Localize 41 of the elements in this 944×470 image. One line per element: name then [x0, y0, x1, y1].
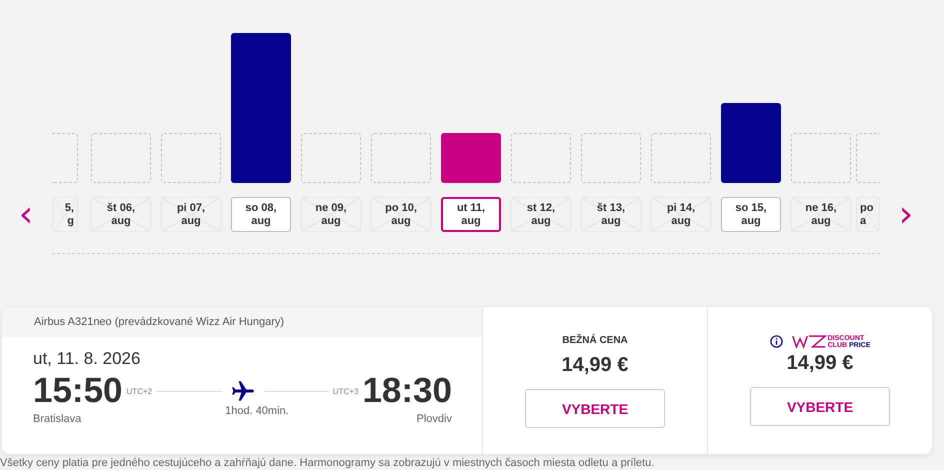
aircraft-info: Airbus A321neo (prevádzkované Wizz Air Hungary): [34, 316, 284, 328]
date-tab[interactable]: st 12, aug: [511, 197, 571, 232]
date-tab[interactable]: št 06, aug: [91, 197, 151, 232]
timezone-label: UTC+2: [126, 386, 152, 396]
date-tab[interactable]: ut 11, aug: [441, 197, 501, 232]
flight-date: ut, 11. 8. 2026: [33, 349, 142, 369]
timezone-label: UTC+3: [332, 386, 358, 396]
select-button[interactable]: VYBERTE: [525, 389, 665, 428]
date-tab[interactable]: so 08, aug: [231, 197, 291, 232]
empty-price-slot: [581, 133, 641, 183]
select-button[interactable]: VYBERTE: [750, 387, 890, 426]
price-bar[interactable]: [441, 133, 501, 183]
departure-time: 15:50: [33, 371, 123, 411]
date-tab[interactable]: po 10, aug: [371, 197, 431, 232]
date-tab[interactable]: so 15, aug: [721, 197, 781, 232]
empty-price-slot: [161, 133, 221, 183]
arrival-time: 18:30: [362, 371, 452, 411]
date-tab[interactable]: pi 14, aug: [651, 197, 711, 232]
departure-city: Bratislava: [33, 413, 82, 425]
logo-icon: [790, 334, 827, 349]
empty-price-slot: [371, 133, 431, 183]
price-bar[interactable]: [231, 33, 291, 183]
footnote: Všetky ceny platia pre jedného cestujúceho a zahŕňajú dane. Harmonogramy sa zobrazujú v miestnych časoch miesta odletu a príletu.: [0, 457, 656, 469]
fare-price: 14,99 €: [562, 354, 628, 377]
fare-price: 14,99 €: [786, 352, 854, 375]
empty-price-slot: [651, 133, 711, 183]
date-tab[interactable]: ne 16, aug: [791, 197, 851, 232]
date-tab[interactable]: pi 07, aug: [161, 197, 221, 232]
date-tab[interactable]: št 13, aug: [581, 197, 641, 232]
info-icon[interactable]: [770, 335, 783, 348]
price-bar[interactable]: [721, 103, 781, 183]
arrival-city: Plovdiv: [416, 413, 452, 425]
empty-price-slot: [511, 133, 571, 183]
flight-duration: 1hod. 40min.: [225, 405, 289, 419]
date-tab[interactable]: po a: [856, 197, 880, 232]
date-tab[interactable]: ne 09, aug: [301, 197, 361, 232]
date-tab[interactable]: 5, g: [52, 197, 78, 232]
empty-price-slot: [91, 133, 151, 183]
empty-price-slot: [301, 133, 361, 183]
empty-price-slot: [791, 133, 851, 183]
fare-label: BEŽNÁ CENA: [562, 335, 628, 348]
